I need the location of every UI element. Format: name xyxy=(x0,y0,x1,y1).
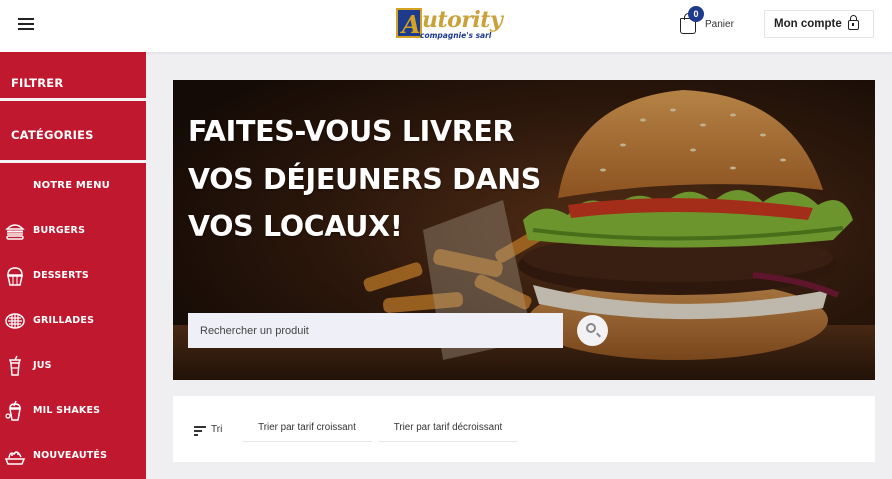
sort-lines-icon xyxy=(194,426,206,436)
hero-banner: FAITES-VOUS LIVRER VOS DÉJEUNERS DANS VO… xyxy=(173,80,875,380)
sort-price-ascending[interactable]: Trier par tarif croissant xyxy=(242,414,372,442)
milkshake-icon xyxy=(5,400,21,421)
sidebar-item-label: JUS xyxy=(33,360,52,371)
sort-label: Tri xyxy=(211,424,223,435)
new-items-icon xyxy=(4,451,26,465)
hamburger-menu-icon[interactable] xyxy=(18,18,34,32)
grill-icon xyxy=(5,313,25,329)
sidebar-item-desserts[interactable]: DESSERTS xyxy=(0,259,146,293)
hero-title-line-2: VOS DÉJEUNERS DANS xyxy=(188,163,541,196)
account-button[interactable]: Mon compte xyxy=(764,10,874,38)
logo-tagline: compagnie's sarl xyxy=(420,31,492,40)
sidebar-item-label: BURGERS xyxy=(33,225,86,236)
sidebar: FILTRER CATÉGORIES NOTRE MENU BURGERS DE… xyxy=(0,52,146,479)
sidebar-item-label: MIL SHAKES xyxy=(33,405,101,416)
juice-cup-icon xyxy=(8,355,22,376)
hero-title-line-3: VOS LOCAUX! xyxy=(188,210,403,243)
cart-label: Panier xyxy=(705,19,734,30)
categories-toggle[interactable]: CATÉGORIES xyxy=(0,101,146,160)
cart-count-badge: 0 xyxy=(688,6,704,22)
sort-price-descending[interactable]: Trier par tarif décroissant xyxy=(378,414,518,442)
hero-title-line-1: FAITES-VOUS LIVRER xyxy=(188,115,515,148)
sidebar-item-jus[interactable]: JUS xyxy=(0,349,146,383)
menu-title: NOTRE MENU xyxy=(33,180,110,191)
sidebar-item-grillades[interactable]: GRILLADES xyxy=(0,304,146,338)
search-button[interactable] xyxy=(577,315,608,346)
filter-toggle[interactable]: FILTRER xyxy=(0,52,146,98)
sidebar-item-label: DESSERTS xyxy=(33,270,89,281)
cupcake-icon xyxy=(7,267,23,286)
sidebar-item-label: GRILLADES xyxy=(33,315,95,326)
logo-mark: A xyxy=(396,8,422,38)
sidebar-item-label: NOUVEAUTÉS xyxy=(33,450,108,461)
lock-icon xyxy=(848,15,859,30)
product-search-input[interactable] xyxy=(188,313,563,348)
brand-logo[interactable]: A utority compagnie's sarl xyxy=(396,6,508,42)
burger-icon xyxy=(5,224,25,240)
top-header: A utority compagnie's sarl 0 Panier Mon … xyxy=(0,0,892,52)
sort-bar: Tri Trier par tarif croissant Trier par … xyxy=(173,396,875,462)
categories-label: CATÉGORIES xyxy=(11,128,94,142)
cart-button[interactable]: 0 Panier xyxy=(678,6,738,38)
logo-wordmark: utority xyxy=(422,7,503,33)
search-icon xyxy=(586,323,596,333)
sidebar-divider xyxy=(0,160,146,163)
filter-label: FILTRER xyxy=(11,76,64,90)
sidebar-item-burgers[interactable]: BURGERS xyxy=(0,214,146,248)
account-label: Mon compte xyxy=(774,18,842,30)
sidebar-item-milkshakes[interactable]: MIL SHAKES xyxy=(0,394,146,428)
sidebar-item-nouveautes[interactable]: NOUVEAUTÉS xyxy=(0,439,146,473)
